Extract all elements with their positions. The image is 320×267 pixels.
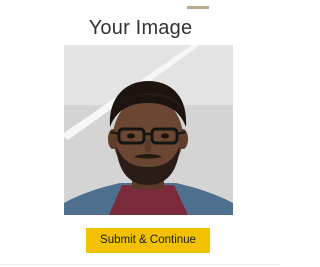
top-decoration	[187, 6, 209, 9]
user-photo	[64, 45, 233, 215]
divider	[0, 264, 281, 265]
page-title: Your Image	[88, 17, 193, 39]
image-review-panel: Your Image Submit & Continue	[0, 0, 281, 267]
submit-continue-button[interactable]: Submit & Continue	[86, 228, 210, 253]
